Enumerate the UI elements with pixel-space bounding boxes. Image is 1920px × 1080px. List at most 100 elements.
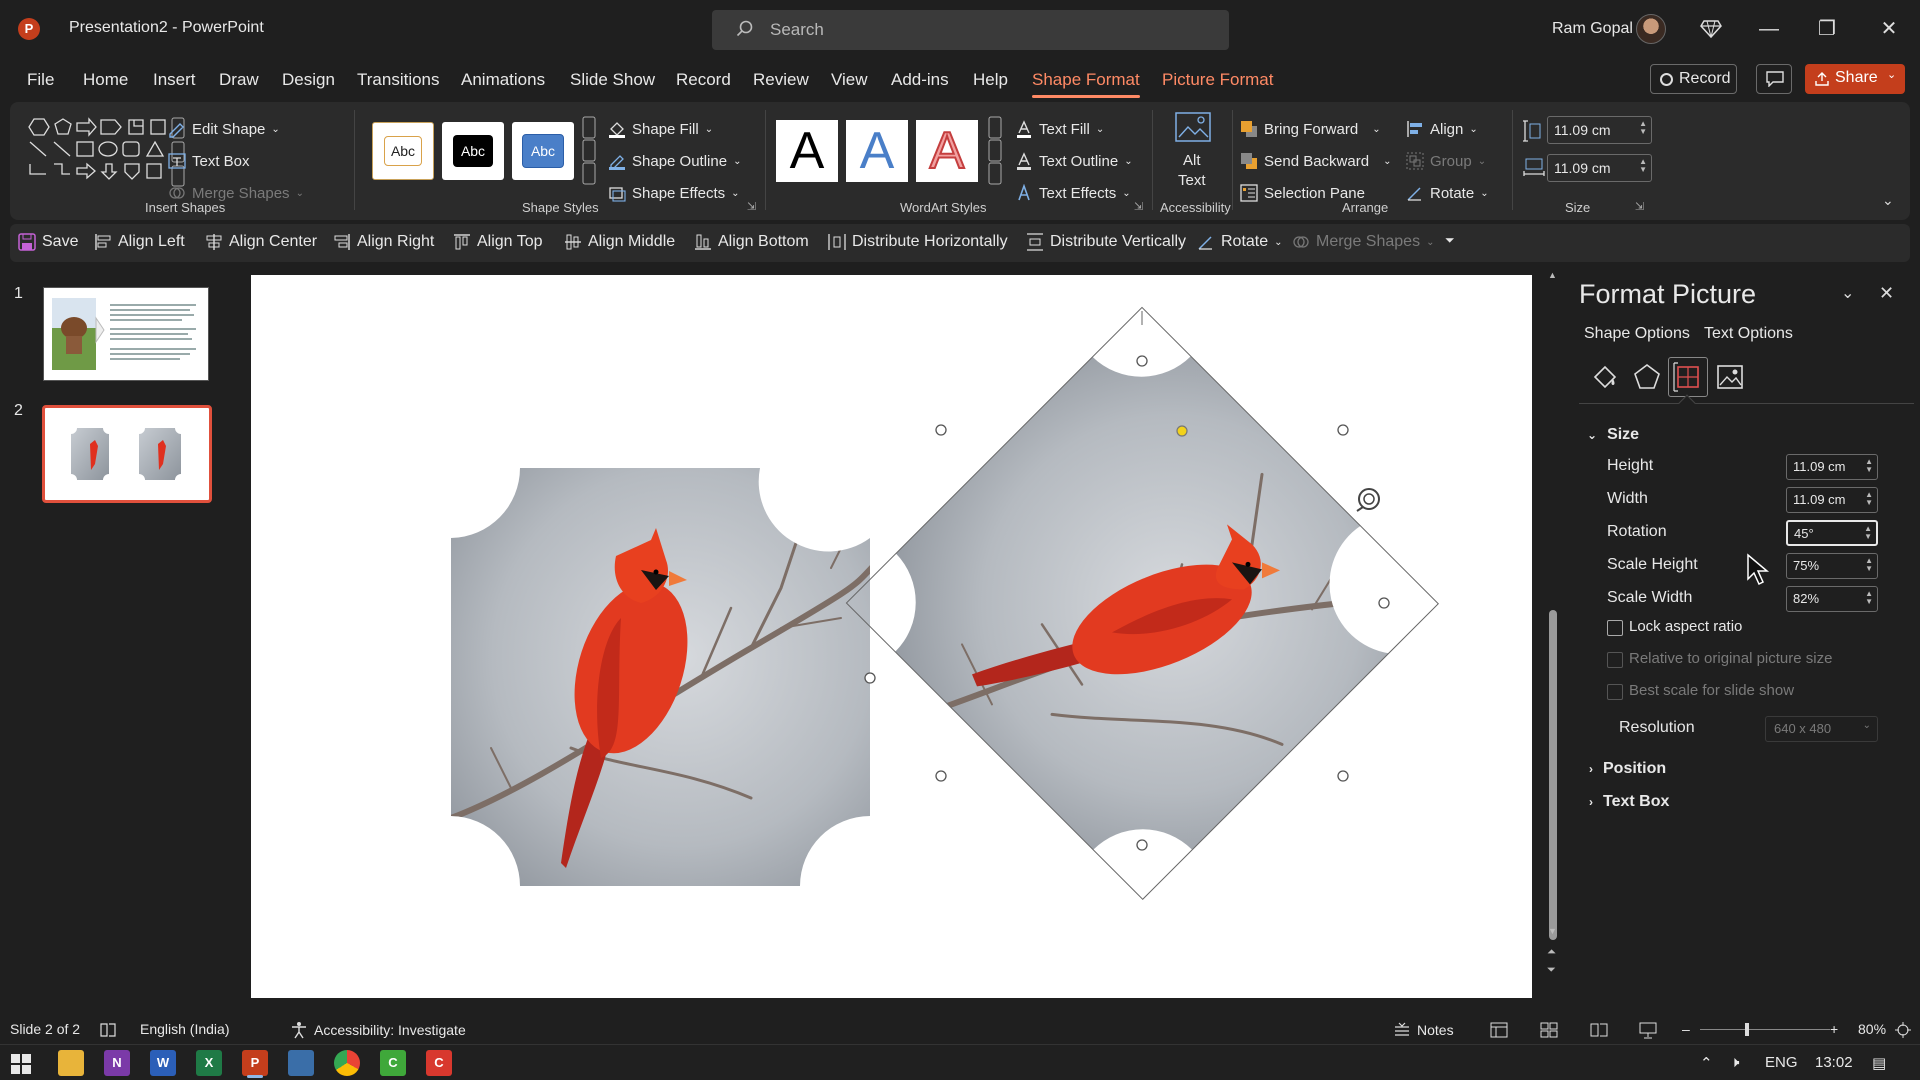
- zoom-slider-thumb[interactable]: [1745, 1023, 1749, 1036]
- rotation-input[interactable]: 45° ▲ ▼: [1786, 520, 1878, 546]
- onenote-icon[interactable]: N: [104, 1050, 130, 1076]
- qat-align-center[interactable]: Align Center: [205, 233, 317, 251]
- size-section-header[interactable]: ⌄ Size: [1587, 426, 1639, 444]
- scroll-down-icon[interactable]: ▼: [1548, 926, 1557, 936]
- qat-rotate[interactable]: Rotate ⌄: [1197, 233, 1283, 251]
- notifications-icon[interactable]: ▤: [1872, 1054, 1886, 1072]
- width-spin-icon[interactable]: ▲ ▼: [1639, 158, 1647, 174]
- pane-options-icon[interactable]: ⌄: [1841, 283, 1854, 303]
- chrome-icon[interactable]: [334, 1050, 360, 1076]
- slide-canvas[interactable]: [251, 275, 1532, 998]
- width-input[interactable]: 11.09 cm ▲ ▼: [1786, 487, 1878, 513]
- qat-distribute-horizontally[interactable]: Distribute Horizontally: [828, 233, 1008, 251]
- spin-icon[interactable]: ▲ ▼: [1864, 525, 1872, 541]
- scrollbar-thumb[interactable]: [1549, 610, 1557, 940]
- group-button[interactable]: Group ⌄: [1406, 152, 1486, 170]
- zoom-level[interactable]: 80%: [1858, 1021, 1886, 1037]
- qat-distribute-vertically[interactable]: Distribute Vertically: [1026, 233, 1186, 251]
- ribbon-collapse-icon[interactable]: ⌄: [1882, 192, 1894, 209]
- spin-icon[interactable]: ▲ ▼: [1865, 458, 1873, 474]
- user-name[interactable]: Ram Gopal: [1552, 20, 1633, 38]
- resize-handle[interactable]: [935, 770, 947, 782]
- record-button[interactable]: Record: [1650, 64, 1737, 94]
- relative-original-checkbox[interactable]: [1607, 652, 1623, 668]
- zoom-out-icon[interactable]: –: [1682, 1021, 1690, 1037]
- height-input[interactable]: 11.09 cm ▲ ▼: [1786, 454, 1878, 480]
- resize-handle[interactable]: [935, 424, 947, 436]
- resize-handle[interactable]: [1136, 355, 1148, 367]
- lock-aspect-ratio-checkbox[interactable]: [1607, 620, 1623, 636]
- text-outline-button[interactable]: Text Outline ⌄: [1015, 152, 1133, 170]
- shape-styles-launcher-icon[interactable]: ⇲: [747, 200, 756, 213]
- tab-design[interactable]: Design: [282, 70, 335, 90]
- cardinal-picture-1[interactable]: [451, 468, 881, 888]
- previous-slide-icon[interactable]: ⏶: [1547, 946, 1556, 959]
- edit-shape-button[interactable]: Edit Shape ⌄: [168, 120, 280, 138]
- scale-width-input[interactable]: 82% ▲ ▼: [1786, 586, 1878, 612]
- tab-picture-format[interactable]: Picture Format: [1162, 70, 1273, 90]
- normal-view-icon[interactable]: [1490, 1021, 1508, 1039]
- restore-icon[interactable]: ❐: [1812, 14, 1842, 44]
- scroll-up-icon[interactable]: ▲: [1548, 270, 1557, 280]
- calculator-icon[interactable]: [288, 1050, 314, 1076]
- align-button[interactable]: Align ⌄: [1406, 120, 1478, 138]
- tab-animations[interactable]: Animations: [461, 70, 545, 90]
- text-effects-button[interactable]: Text Effects ⌄: [1015, 184, 1131, 202]
- notes-button[interactable]: Notes: [1393, 1021, 1454, 1039]
- search-box[interactable]: Search: [712, 10, 1229, 50]
- wordart-style-3[interactable]: A: [916, 120, 978, 182]
- shapes-gallery[interactable]: [26, 116, 186, 192]
- excel-icon[interactable]: X: [196, 1050, 222, 1076]
- cardinal-picture-2[interactable]: [757, 275, 1532, 998]
- tab-shape-format[interactable]: Shape Format: [1032, 70, 1140, 98]
- tab-transitions[interactable]: Transitions: [357, 70, 440, 90]
- accessibility-status[interactable]: Accessibility: Investigate: [290, 1021, 466, 1039]
- tab-home[interactable]: Home: [83, 70, 128, 90]
- slide-thumbnail-1[interactable]: [43, 287, 209, 381]
- picture-icon[interactable]: [1710, 357, 1750, 397]
- text-fill-button[interactable]: Text Fill ⌄: [1015, 120, 1104, 138]
- avatar[interactable]: [1636, 14, 1666, 44]
- resize-handle[interactable]: [864, 672, 876, 684]
- shape-styles-scroll[interactable]: [582, 116, 596, 186]
- adjustment-handle[interactable]: [1176, 425, 1188, 437]
- qat-customize-icon[interactable]: ⏷: [1445, 233, 1455, 248]
- wordart-style-2[interactable]: A: [846, 120, 908, 182]
- resize-handle[interactable]: [1136, 839, 1148, 851]
- wordart-launcher-icon[interactable]: ⇲: [1134, 200, 1143, 213]
- resize-handle[interactable]: [1337, 770, 1349, 782]
- resolution-select[interactable]: 640 x 480 ⌄: [1765, 716, 1878, 742]
- qat-align-left[interactable]: Align Left: [94, 233, 185, 251]
- camtasia-red-icon[interactable]: C: [426, 1050, 452, 1076]
- slide-sorter-icon[interactable]: [1540, 1021, 1558, 1039]
- rotate-button[interactable]: Rotate ⌄: [1406, 184, 1489, 202]
- send-backward-button[interactable]: Send Backward ⌄: [1240, 152, 1391, 170]
- windows-start-icon[interactable]: [10, 1053, 32, 1075]
- spin-icon[interactable]: ▲ ▼: [1865, 590, 1873, 606]
- vertical-scrollbar[interactable]: ▲ ▼ ⏶ ⏷: [1547, 270, 1559, 990]
- textbox-section-header[interactable]: › Text Box: [1589, 793, 1669, 811]
- volume-icon[interactable]: 🕨: [1730, 1054, 1739, 1071]
- close-icon[interactable]: ✕: [1874, 14, 1904, 44]
- resize-handle[interactable]: [1337, 424, 1349, 436]
- spelling-icon[interactable]: [99, 1021, 117, 1039]
- tab-draw[interactable]: Draw: [219, 70, 259, 90]
- qat-merge-shapes[interactable]: Merge Shapes ⌄: [1292, 233, 1434, 251]
- share-dropdown-icon[interactable]: ⌄: [1887, 68, 1896, 81]
- bring-forward-button[interactable]: Bring Forward ⌄: [1240, 120, 1381, 138]
- shape-outline-button[interactable]: Shape Outline ⌄: [608, 152, 741, 170]
- file-explorer-icon[interactable]: [58, 1050, 84, 1076]
- spin-icon[interactable]: ▲ ▼: [1865, 491, 1873, 507]
- effects-pentagon-icon[interactable]: [1627, 357, 1667, 397]
- tab-add-ins[interactable]: Add-ins: [891, 70, 949, 90]
- wordart-scroll[interactable]: [988, 116, 1002, 186]
- qat-align-bottom[interactable]: Align Bottom: [694, 233, 809, 251]
- next-slide-icon[interactable]: ⏷: [1547, 964, 1556, 977]
- shape-effects-button[interactable]: Shape Effects ⌄: [608, 184, 740, 202]
- comments-button[interactable]: [1756, 64, 1792, 94]
- height-spin-icon[interactable]: ▲ ▼: [1639, 120, 1647, 136]
- qat-save[interactable]: Save: [18, 233, 78, 251]
- scale-height-input[interactable]: 75% ▲ ▼: [1786, 553, 1878, 579]
- text-box-button[interactable]: Text Box: [168, 152, 250, 170]
- slide-thumbnail-2[interactable]: [42, 405, 212, 503]
